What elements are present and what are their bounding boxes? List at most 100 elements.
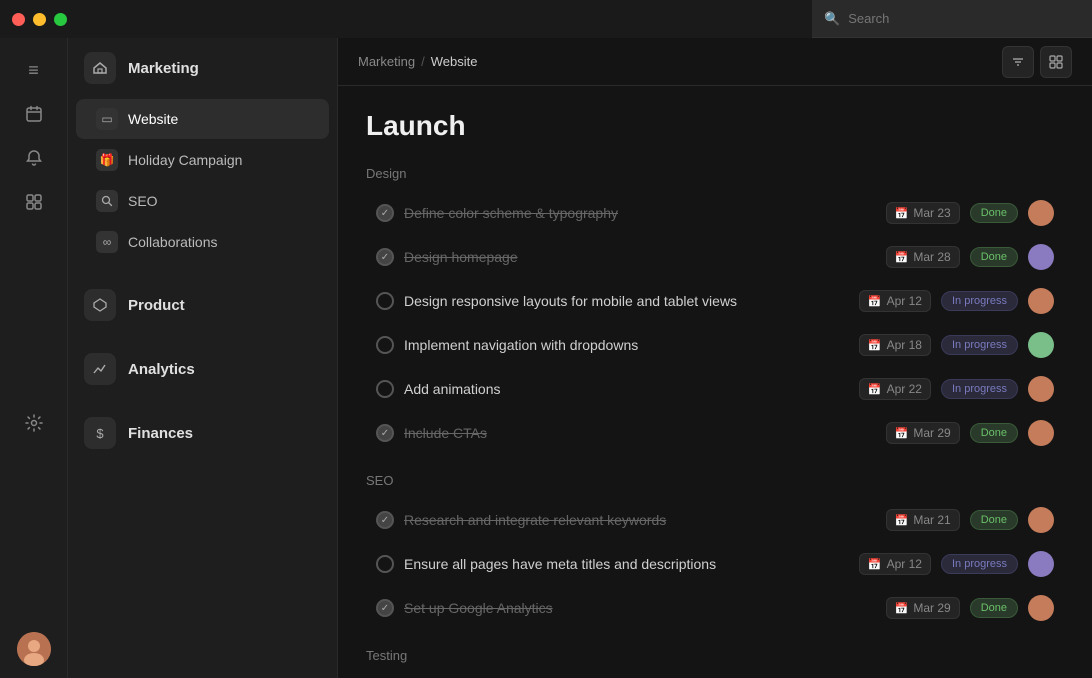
task-date: 📅 Apr 12 [859,290,931,312]
task-date-value: Mar 23 [913,206,950,220]
search-input[interactable] [848,11,1080,26]
task-title: Define color scheme & typography [404,205,876,221]
task-date: 📅 Mar 28 [886,246,960,268]
task-checkbox[interactable] [376,599,394,617]
task-status-badge: In progress [941,379,1018,399]
task-date-value: Mar 29 [913,426,950,440]
nav-item-collaborations[interactable]: ∞ Collaborations [76,222,329,262]
settings-icon-btn[interactable] [14,403,54,443]
nav-group-finances-header[interactable]: $ Finances [68,403,337,459]
section-design-label: Design [366,166,1064,181]
task-title: Design homepage [404,249,876,265]
nav-item-seo-label: SEO [128,193,158,209]
task-title: Include CTAs [404,425,876,441]
collaborations-icon: ∞ [96,231,118,253]
task-date-value: Mar 29 [913,601,950,615]
task-row[interactable]: Add animations 📅 Apr 22 In progress [366,369,1064,409]
task-checkbox[interactable] [376,248,394,266]
user-avatar[interactable] [17,632,51,666]
task-title: Ensure all pages have meta titles and de… [404,556,849,572]
task-title: Research and integrate relevant keywords [404,512,876,528]
filter-button[interactable] [1002,46,1034,78]
website-icon: ▭ [96,108,118,130]
breadcrumb-parent: Marketing [358,54,415,69]
section-seo-label: SEO [366,473,1064,488]
calendar-icon: 📅 [868,295,882,308]
layout-button[interactable] [1040,46,1072,78]
list-icon-btn[interactable]: ≡ [14,50,54,90]
section-testing-label: Testing [366,648,1064,663]
task-checkbox[interactable] [376,424,394,442]
task-checkbox[interactable] [376,336,394,354]
task-row[interactable]: Design homepage 📅 Mar 28 Done [366,237,1064,277]
page-title: Launch [366,110,1064,142]
task-row[interactable]: Define color scheme & typography 📅 Mar 2… [366,193,1064,233]
puzzle-icon-btn[interactable] [14,182,54,222]
task-status-badge: Done [970,598,1018,618]
task-row[interactable]: Research and integrate relevant keywords… [366,500,1064,540]
task-checkbox[interactable] [376,204,394,222]
task-checkbox[interactable] [376,555,394,573]
breadcrumb-current: Website [431,54,478,69]
search-bar[interactable]: 🔍 [812,0,1092,38]
nav-group-finances-label: Finances [128,425,193,442]
task-assignee-avatar [1028,288,1054,314]
task-date-value: Apr 22 [887,382,922,396]
nav-item-seo[interactable]: SEO [76,181,329,221]
main-layout: ≡ [0,38,1092,678]
task-status-badge: Done [970,423,1018,443]
task-row[interactable]: Ensure all pages have meta titles and de… [366,544,1064,584]
titlebar: 🔍 [0,0,1092,38]
task-date: 📅 Mar 29 [886,422,960,444]
close-button[interactable] [12,13,25,26]
nav-item-holiday-label: Holiday Campaign [128,152,242,168]
task-checkbox[interactable] [376,380,394,398]
nav-item-website[interactable]: ▭ Website [76,99,329,139]
bell-icon-btn[interactable] [14,138,54,178]
task-list-design: Define color scheme & typography 📅 Mar 2… [366,193,1064,453]
task-checkbox[interactable] [376,511,394,529]
content-area: Marketing / Website [338,38,1092,678]
nav-group-analytics: Analytics [68,331,337,395]
nav-item-website-label: Website [128,111,178,127]
task-status-badge: Done [970,203,1018,223]
task-row[interactable]: Implement navigation with dropdowns 📅 Ap… [366,325,1064,365]
calendar-icon: 📅 [868,339,882,352]
breadcrumb-separator: / [421,54,425,69]
task-row[interactable]: Design responsive layouts for mobile and… [366,281,1064,321]
nav-group-marketing-label: Marketing [128,60,199,77]
header-actions [1002,46,1072,78]
task-status-badge: Done [970,247,1018,267]
maximize-button[interactable] [54,13,67,26]
nav-group-finances: $ Finances [68,395,337,459]
nav-group-product-label: Product [128,297,185,314]
calendar-icon: 📅 [895,514,909,527]
task-row[interactable]: Include CTAs 📅 Mar 29 Done [366,413,1064,453]
nav-group-product-header[interactable]: Product [68,275,337,331]
nav-items-marketing: ▭ Website 🎁 Holiday Campaign SEO ∞ Colla… [68,94,337,267]
task-title: Add animations [404,381,849,397]
task-assignee-avatar [1028,200,1054,226]
holiday-icon: 🎁 [96,149,118,171]
task-date: 📅 Apr 22 [859,378,931,400]
task-date: 📅 Apr 18 [859,334,931,356]
task-checkbox[interactable] [376,292,394,310]
finances-icon: $ [84,417,116,449]
traffic-lights [12,13,67,26]
icon-sidebar: ≡ [0,38,68,678]
task-assignee-avatar [1028,595,1054,621]
task-assignee-avatar [1028,551,1054,577]
task-assignee-avatar [1028,420,1054,446]
task-status-badge: In progress [941,291,1018,311]
nav-group-marketing[interactable]: Marketing [68,38,337,94]
task-date-value: Apr 18 [887,338,922,352]
task-status-badge: In progress [941,335,1018,355]
calendar-icon-btn[interactable] [14,94,54,134]
task-date-value: Apr 12 [887,294,922,308]
minimize-button[interactable] [33,13,46,26]
task-date-value: Mar 28 [913,250,950,264]
nav-group-analytics-header[interactable]: Analytics [68,339,337,395]
nav-item-holiday[interactable]: 🎁 Holiday Campaign [76,140,329,180]
task-row[interactable]: Set up Google Analytics 📅 Mar 29 Done [366,588,1064,628]
calendar-icon: 📅 [895,207,909,220]
